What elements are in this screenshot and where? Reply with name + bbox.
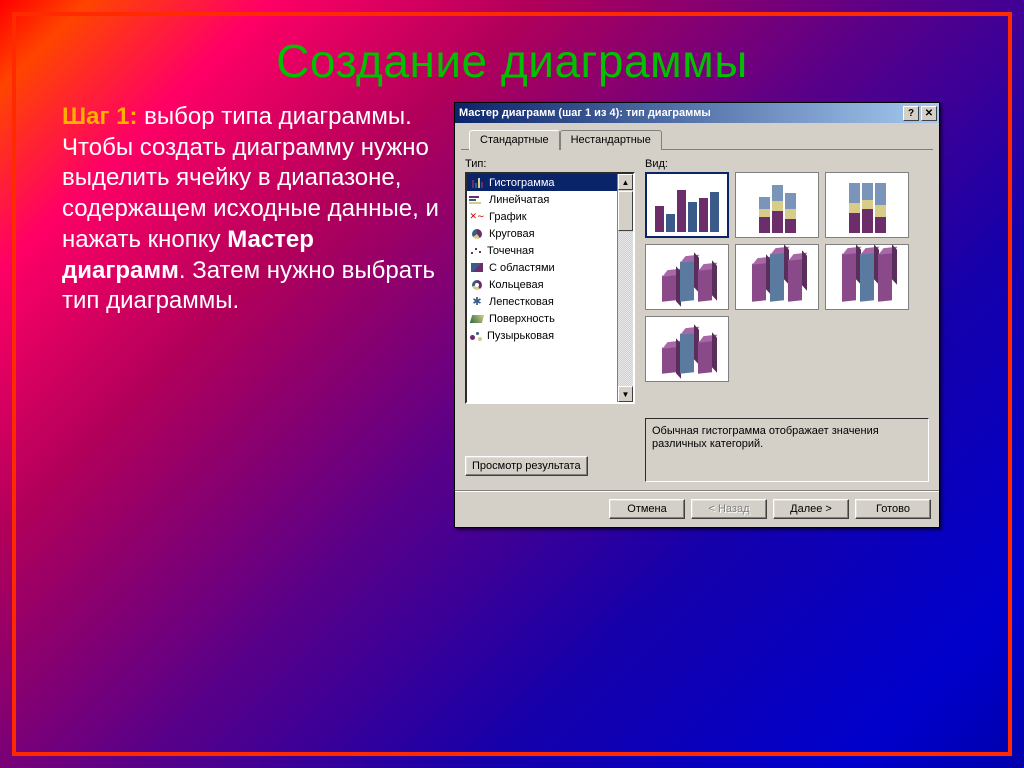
scroll-up-button[interactable]: ▲ xyxy=(618,174,633,190)
list-item[interactable]: Кольцевая xyxy=(467,276,617,293)
radar-icon: ✱ xyxy=(469,295,485,309)
listbox-scrollbar[interactable]: ▲ ▼ xyxy=(617,174,633,402)
list-item[interactable]: Линейчатая xyxy=(467,191,617,208)
scatter-icon xyxy=(469,245,483,257)
close-button[interactable]: ✕ xyxy=(921,106,937,121)
subtype-option[interactable] xyxy=(735,244,819,310)
list-item[interactable]: Круговая xyxy=(467,225,617,242)
pie-chart-icon xyxy=(469,227,485,241)
type-listbox[interactable]: Гистограмма Линейчатая ✕∼ График xyxy=(465,172,635,404)
subtype-option[interactable] xyxy=(825,244,909,310)
line-chart-icon: ✕∼ xyxy=(469,210,485,224)
help-button[interactable]: ? xyxy=(903,106,919,121)
scroll-track[interactable] xyxy=(618,232,633,386)
list-item-label: Пузырьковая xyxy=(487,330,554,342)
list-item-label: Гистограмма xyxy=(489,177,555,189)
subtype-option[interactable] xyxy=(645,172,729,238)
subtype-description: Обычная гистограмма отображает значения … xyxy=(645,418,929,482)
slide-body-text: Шаг 1: выбор типа диаграммы. Чтобы созда… xyxy=(62,102,442,528)
tab-custom[interactable]: Нестандартные xyxy=(560,130,662,150)
list-item-label: График xyxy=(489,211,527,223)
list-item-label: Линейчатая xyxy=(489,194,549,206)
step-label: Шаг 1: xyxy=(62,103,137,130)
list-item[interactable]: Пузырьковая xyxy=(467,327,617,344)
histogram-icon xyxy=(469,176,485,190)
preview-result-button[interactable]: Просмотр результата xyxy=(465,456,588,476)
scroll-thumb[interactable] xyxy=(618,191,633,231)
surface-icon xyxy=(469,312,485,326)
subtype-option[interactable] xyxy=(645,316,729,382)
list-item-label: Поверхность xyxy=(489,313,555,325)
chart-wizard-dialog: Мастер диаграмм (шаг 1 из 4): тип диагра… xyxy=(454,102,940,528)
list-item-label: Точечная xyxy=(487,245,534,257)
list-item[interactable]: ✱ Лепестковая xyxy=(467,293,617,310)
tab-bar: Стандартные Нестандартные xyxy=(461,123,933,150)
back-button[interactable]: < Назад xyxy=(691,499,767,519)
slide-title: Создание диаграммы xyxy=(16,16,1008,98)
subtype-option[interactable] xyxy=(825,172,909,238)
scroll-down-button[interactable]: ▼ xyxy=(618,386,633,402)
list-item-label: Кольцевая xyxy=(489,279,544,291)
doughnut-icon xyxy=(469,278,485,292)
list-item-label: Лепестковая xyxy=(489,296,554,308)
tab-standard[interactable]: Стандартные xyxy=(469,130,560,150)
dialog-footer: Отмена < Назад Далее > Готово xyxy=(455,490,939,527)
dialog-titlebar[interactable]: Мастер диаграмм (шаг 1 из 4): тип диагра… xyxy=(455,103,939,123)
bar-h-icon xyxy=(469,193,485,207)
area-chart-icon xyxy=(469,261,485,275)
list-item[interactable]: С областями xyxy=(467,259,617,276)
list-item-label: С областями xyxy=(489,262,555,274)
list-item[interactable]: Гистограмма xyxy=(467,174,617,191)
list-item[interactable]: Поверхность xyxy=(467,310,617,327)
next-button[interactable]: Далее > xyxy=(773,499,849,519)
finish-button[interactable]: Готово xyxy=(855,499,931,519)
list-item[interactable]: Точечная xyxy=(467,242,617,259)
subtype-label: Вид: xyxy=(645,158,929,170)
type-label: Тип: xyxy=(465,158,635,170)
list-item-label: Круговая xyxy=(489,228,535,240)
cancel-button[interactable]: Отмена xyxy=(609,499,685,519)
list-item[interactable]: ✕∼ График xyxy=(467,208,617,225)
bubble-icon xyxy=(469,330,483,342)
subtype-option[interactable] xyxy=(645,244,729,310)
subtype-option[interactable] xyxy=(735,172,819,238)
dialog-title: Мастер диаграмм (шаг 1 из 4): тип диагра… xyxy=(459,107,901,119)
